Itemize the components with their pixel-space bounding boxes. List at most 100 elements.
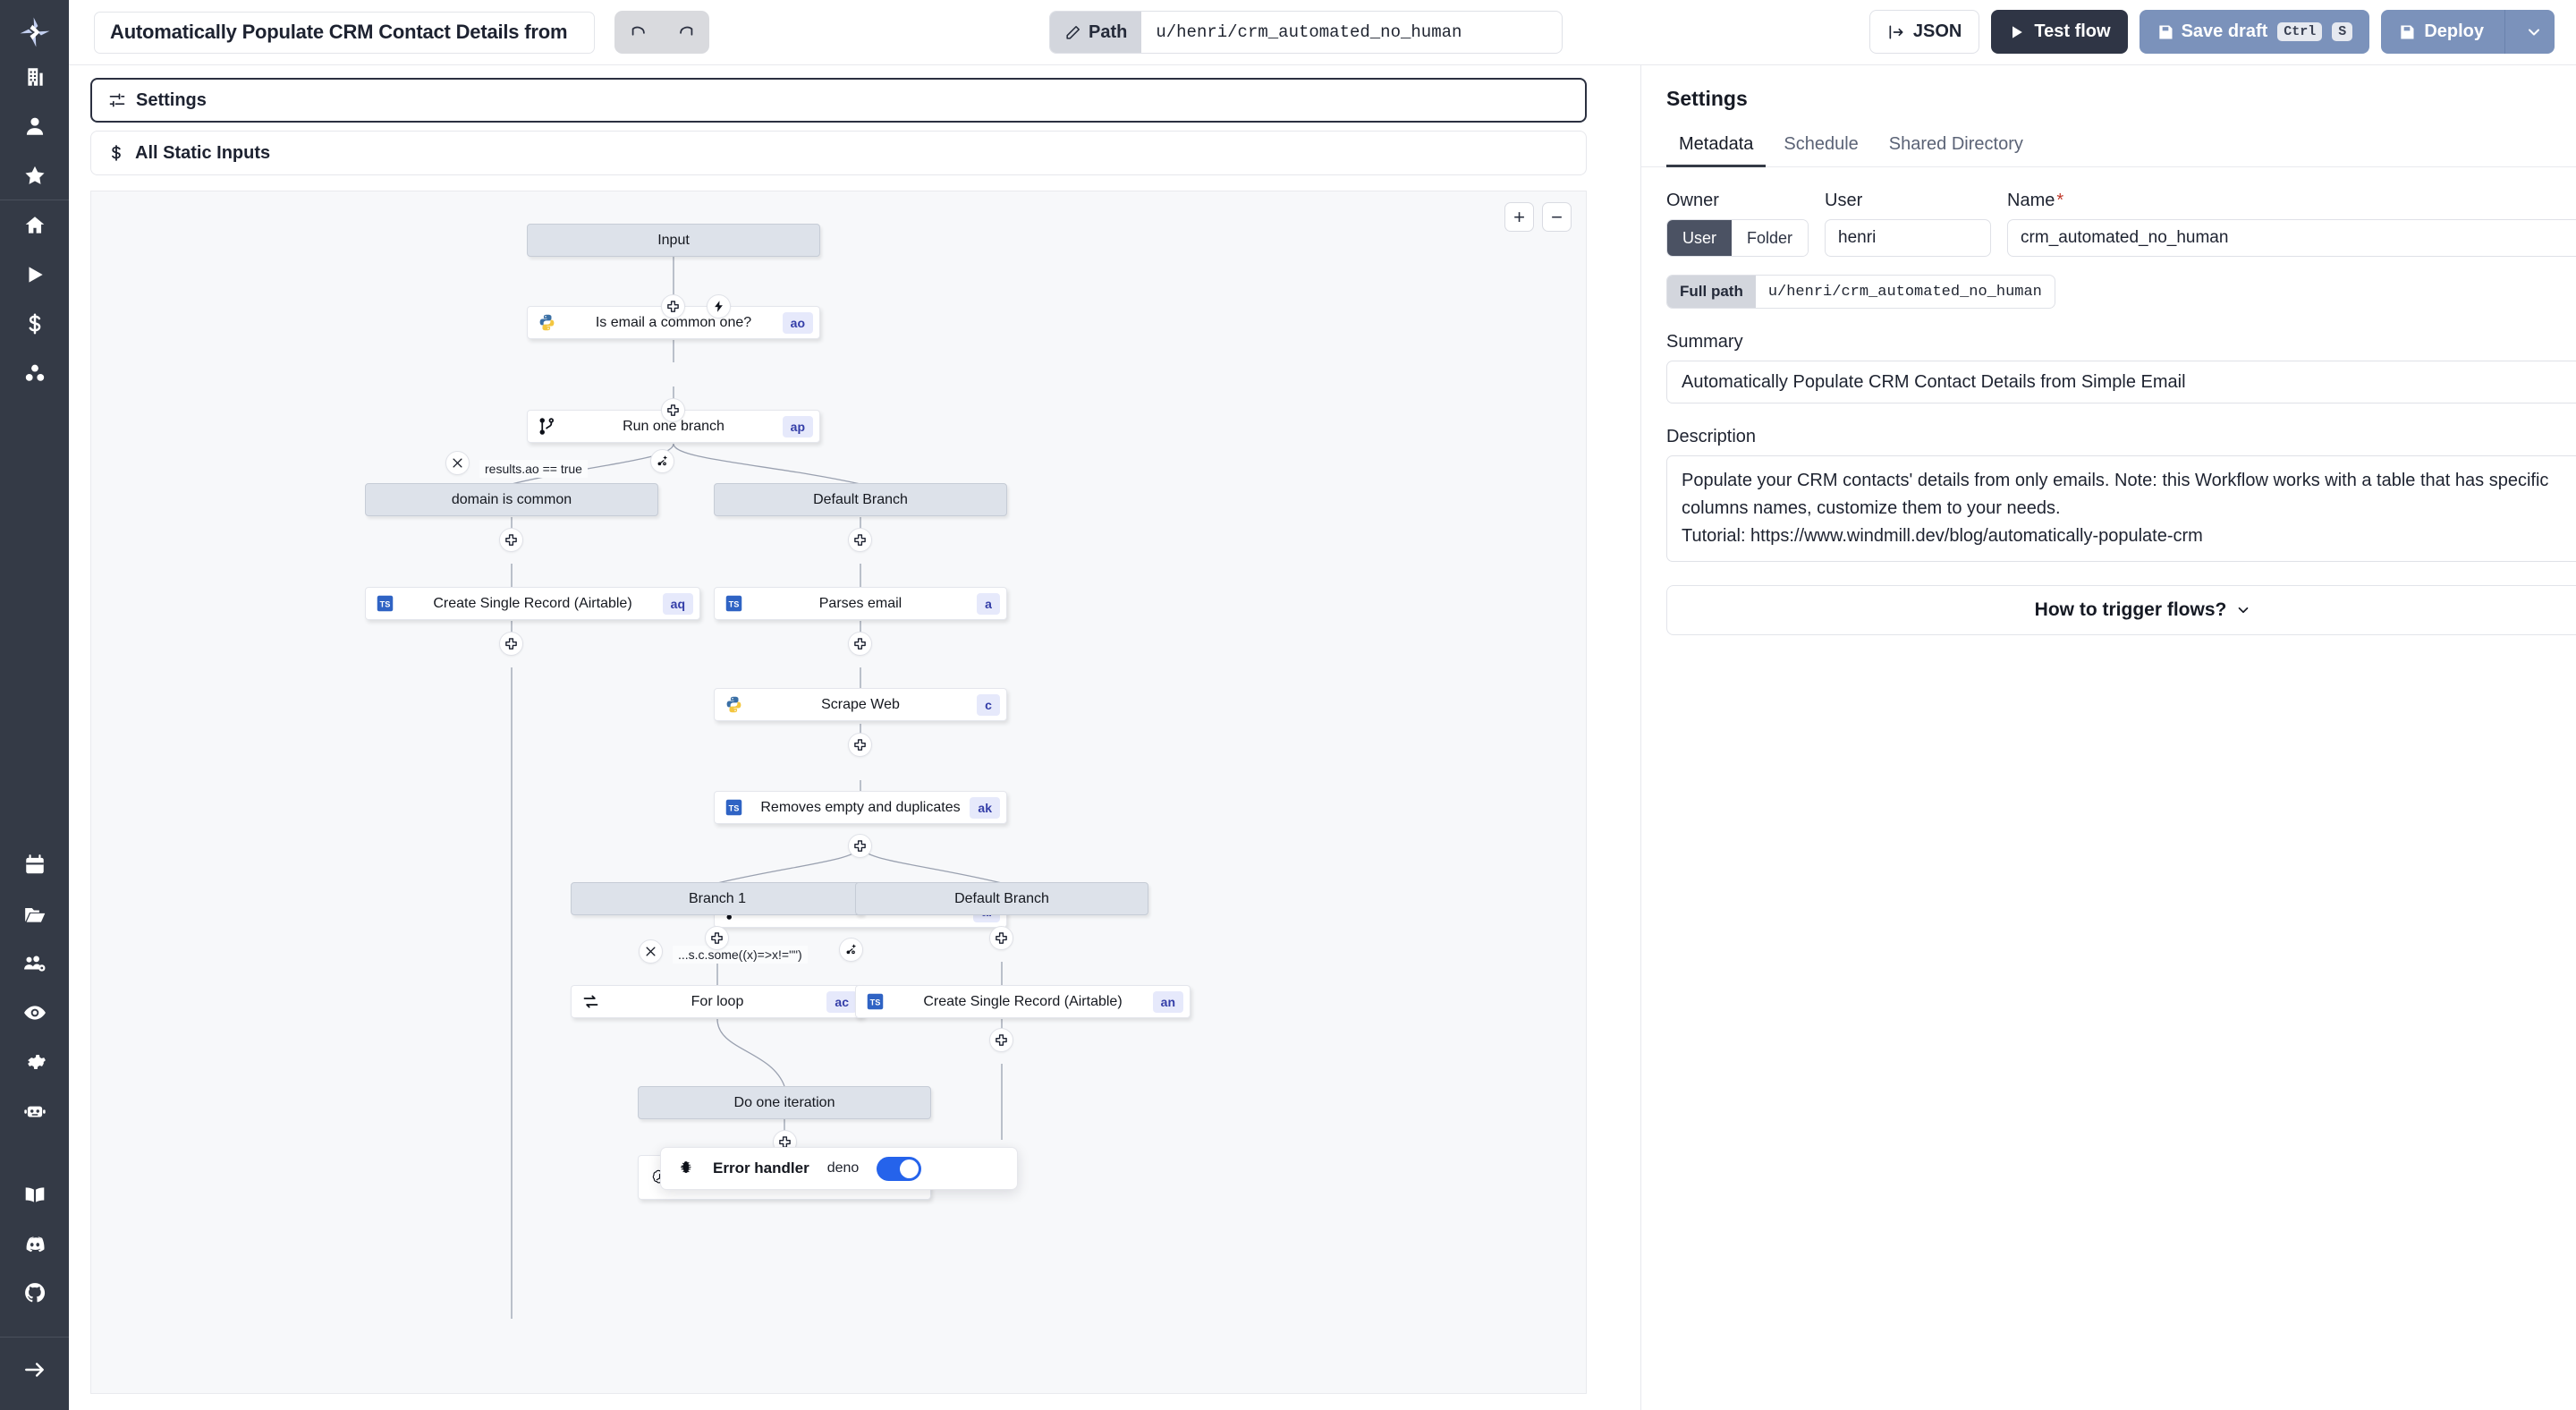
full-path-field[interactable]: Full path u/henri/crm_automated_no_human [1666, 275, 2055, 309]
plus-icon [853, 637, 867, 650]
owner-label: Owner [1666, 191, 1809, 211]
add-step-handle[interactable] [661, 398, 685, 422]
static-inputs-strip[interactable]: All Static Inputs [90, 131, 1587, 175]
dollar-icon [107, 144, 125, 162]
add-step-handle[interactable] [848, 733, 872, 757]
flow-node-aq[interactable]: TS Create Single Record (Airtable) aq [365, 587, 700, 620]
owner-option-user[interactable]: User [1667, 220, 1732, 256]
undo-button[interactable] [619, 14, 658, 50]
sidebar-item-workers[interactable] [0, 1086, 69, 1135]
add-step-handle[interactable] [705, 926, 729, 950]
flow-node-input[interactable]: Input [527, 224, 820, 257]
path-field[interactable]: Path u/henri/crm_automated_no_human [1049, 11, 1563, 54]
deploy-save-icon [2398, 23, 2416, 41]
sidebar-item-resources[interactable] [0, 348, 69, 397]
sidebar-item-workspace[interactable] [0, 52, 69, 101]
plus-icon [995, 931, 1008, 945]
undo-redo-group [614, 11, 709, 54]
summary-input[interactable]: Automatically Populate CRM Contact Detai… [1666, 361, 2576, 403]
sidebar-item-settings[interactable] [0, 1037, 69, 1086]
owner-row: Owner User Folder User henri Name* [1666, 191, 2576, 257]
tab-schedule[interactable]: Schedule [1771, 125, 1870, 166]
sidebar-item-github[interactable] [0, 1268, 69, 1317]
top-toolbar: Automatically Populate CRM Contact Detai… [69, 0, 2576, 65]
description-textarea[interactable]: Populate your CRM contacts' details from… [1666, 455, 2576, 562]
path-label-text: Path [1089, 22, 1127, 43]
sidebar-item-folders[interactable] [0, 889, 69, 939]
sidebar-item-favorites[interactable] [0, 150, 69, 200]
add-step-handle[interactable] [848, 528, 872, 552]
path-value-input[interactable]: u/henri/crm_automated_no_human [1141, 12, 1562, 53]
json-button-label: JSON [1913, 21, 1962, 42]
flow-node-c[interactable]: Scrape Web c [714, 688, 1007, 721]
error-handler-popover[interactable]: Error handler deno [660, 1147, 1018, 1190]
sidebar-item-schedules[interactable] [0, 840, 69, 889]
settings-strip[interactable]: Settings [90, 78, 1587, 123]
trigger-handle[interactable] [707, 294, 731, 319]
tab-shared-directory[interactable]: Shared Directory [1877, 125, 2036, 166]
flow-node-badge: ac [826, 991, 857, 1013]
name-group: Name* crm_automated_no_human [2007, 191, 2576, 257]
flow-canvas[interactable]: + − [90, 191, 1587, 1394]
typescript-icon: TS [724, 798, 743, 817]
sidebar-item-audit-logs[interactable] [0, 988, 69, 1037]
flow-node-branch-default-1[interactable]: Default Branch [714, 483, 1007, 516]
add-step-handle[interactable] [989, 1028, 1013, 1052]
flow-node-do-one-iteration[interactable]: Do one iteration [638, 1086, 931, 1119]
add-branch-handle[interactable] [650, 449, 674, 473]
add-step-handle[interactable] [848, 834, 872, 858]
windmill-logo-icon[interactable] [15, 13, 55, 52]
sidebar-item-discord[interactable] [0, 1219, 69, 1268]
sidebar-item-variables[interactable] [0, 299, 69, 348]
flow-node-ak[interactable]: TS Removes empty and duplicates ak [714, 791, 1007, 824]
path-label-chip: Path [1050, 12, 1141, 53]
add-branch-handle[interactable] [839, 938, 863, 962]
error-handler-toggle[interactable] [877, 1157, 921, 1181]
how-to-trigger-label: How to trigger flows? [2035, 599, 2227, 621]
test-flow-button[interactable]: Test flow [1991, 10, 2127, 54]
flow-node-ac[interactable]: For loop ac [571, 985, 864, 1018]
zoom-out-button[interactable]: − [1542, 202, 1572, 232]
how-to-trigger-flows-button[interactable]: How to trigger flows? [1666, 585, 2576, 635]
branch-condition-chip[interactable]: ...s.c.some((x)=>x!="") [673, 946, 808, 964]
deploy-button[interactable]: Deploy [2381, 10, 2555, 54]
name-required-marker: * [2056, 191, 2063, 210]
deploy-dropdown-button[interactable] [2513, 10, 2555, 54]
owner-option-folder[interactable]: Folder [1732, 220, 1808, 256]
sidebar-item-runs[interactable] [0, 250, 69, 299]
lightning-icon [712, 300, 725, 313]
add-step-handle[interactable] [661, 294, 685, 319]
remove-branch-handle[interactable] [639, 939, 663, 964]
sidebar-item-groups[interactable] [0, 939, 69, 988]
owner-segmented-control[interactable]: User Folder [1666, 219, 1809, 257]
sidebar-item-docs[interactable] [0, 1169, 69, 1219]
add-step-handle[interactable] [989, 926, 1013, 950]
name-input[interactable]: crm_automated_no_human [2007, 219, 2576, 257]
branch-condition-chip[interactable]: results.ao == true [479, 460, 588, 478]
flow-node-branch-domain-is-common[interactable]: domain is common [365, 483, 658, 516]
sidebar-item-expand[interactable] [0, 1345, 69, 1394]
tab-metadata[interactable]: Metadata [1666, 125, 1766, 166]
flow-node-branch-default-2[interactable]: Default Branch [855, 882, 1148, 915]
add-step-handle[interactable] [499, 632, 523, 656]
add-step-handle[interactable] [499, 528, 523, 552]
flow-node-branch-1[interactable]: Branch 1 [571, 882, 864, 915]
add-step-handle[interactable] [848, 632, 872, 656]
sidebar-item-user[interactable] [0, 101, 69, 150]
remove-branch-handle[interactable] [445, 451, 470, 475]
flow-node-an[interactable]: TS Create Single Record (Airtable) an [855, 985, 1191, 1018]
flow-node-a[interactable]: TS Parses email a [714, 587, 1007, 620]
flow-title-input[interactable]: Automatically Populate CRM Contact Detai… [94, 12, 595, 54]
json-button[interactable]: JSON [1869, 10, 1979, 54]
flow-node-badge: ao [783, 312, 813, 334]
settings-tabs: Metadata Schedule Shared Directory [1641, 125, 2576, 167]
toolbar-actions: JSON Test flow Save draft Ctrl S Deploy [1869, 10, 2555, 54]
sidebar-item-home[interactable] [0, 200, 69, 250]
redo-button[interactable] [666, 14, 706, 50]
summary-label: Summary [1666, 332, 2576, 352]
save-draft-button[interactable]: Save draft Ctrl S [2140, 10, 2370, 54]
zoom-in-button[interactable]: + [1504, 202, 1534, 232]
svg-text:TS: TS [729, 804, 740, 813]
user-input[interactable]: henri [1825, 219, 1991, 257]
typescript-icon: TS [376, 594, 394, 613]
